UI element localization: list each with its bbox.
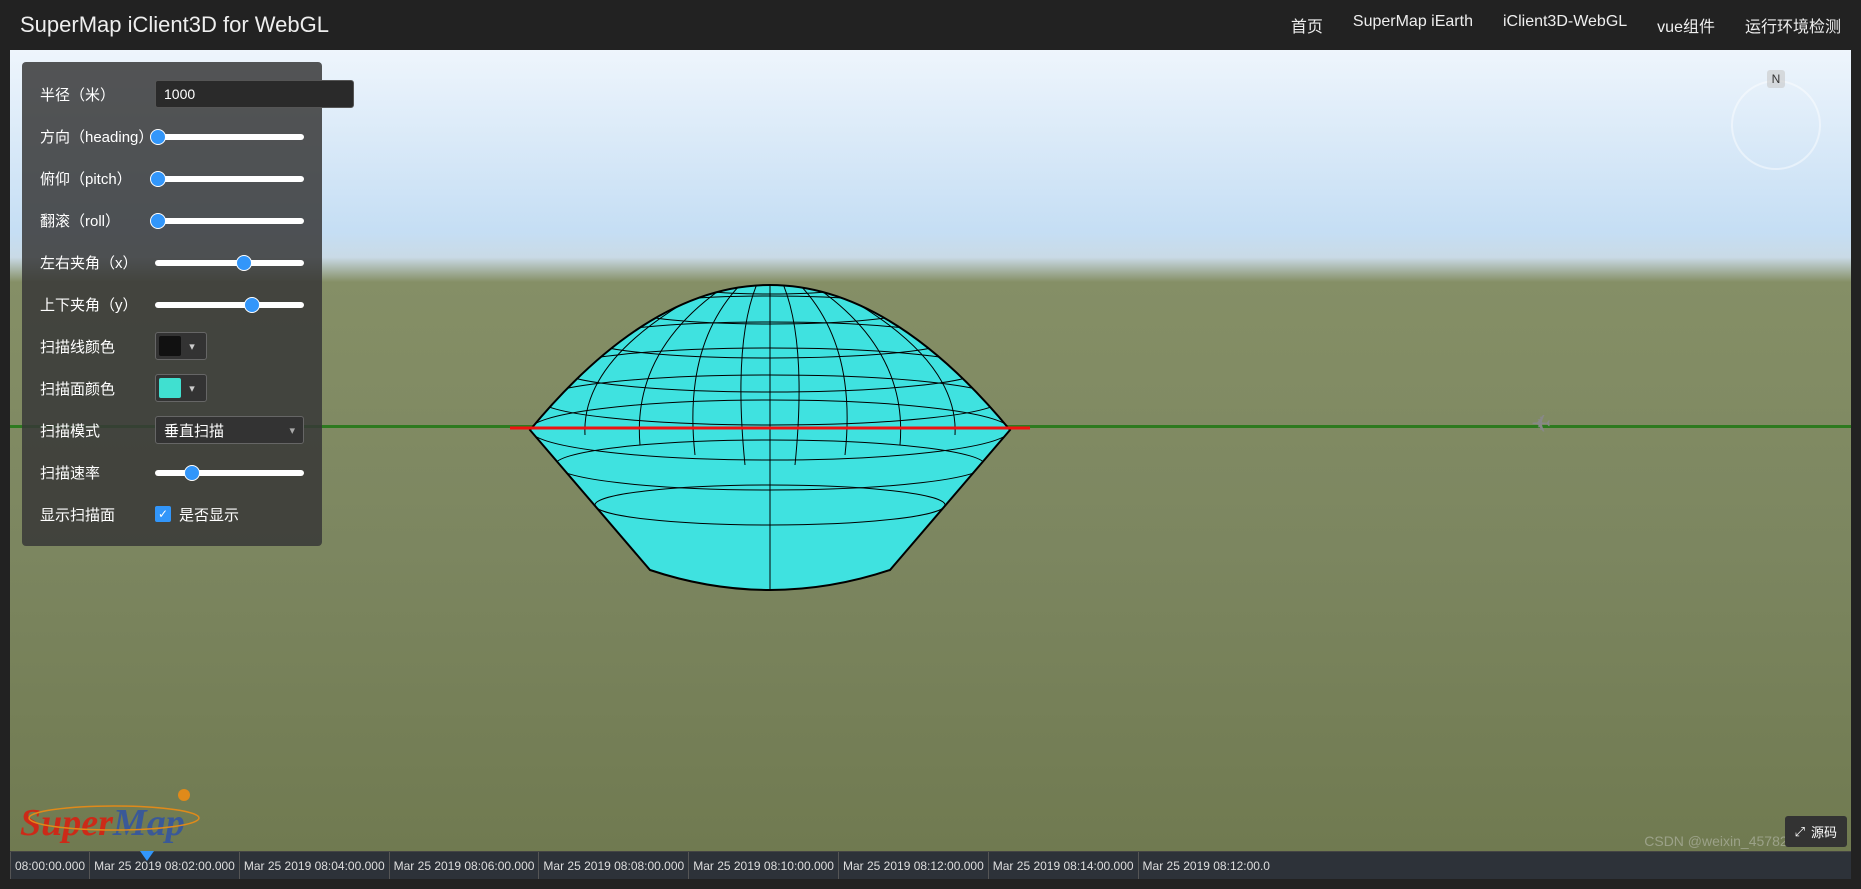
header-bar: SuperMap iClient3D for WebGL 首页 SuperMap… — [0, 0, 1861, 50]
pitch-slider[interactable] — [155, 168, 304, 188]
nav-iearth[interactable]: SuperMap iEarth — [1353, 13, 1473, 37]
radius-label: 半径（米） — [40, 84, 155, 105]
select-value: 垂直扫描 — [164, 420, 224, 441]
timeline-tick[interactable]: Mar 25 2019 08:12:00.0 — [1138, 852, 1274, 879]
nav-vue[interactable]: vue组件 — [1657, 13, 1715, 37]
angley-label: 上下夹角（y） — [40, 294, 155, 315]
app-title: SuperMap iClient3D for WebGL — [20, 12, 1291, 38]
speed-label: 扫描速率 — [40, 462, 155, 483]
timeline-playhead-icon[interactable] — [140, 851, 154, 861]
scan-mode-select[interactable]: 垂直扫描 ▾ — [155, 416, 304, 444]
heading-label: 方向（heading） — [40, 126, 155, 147]
roll-label: 翻滚（roll） — [40, 210, 155, 231]
chevron-down-icon: ▾ — [181, 382, 203, 395]
compass-widget[interactable]: N — [1731, 80, 1821, 170]
timeline-tick[interactable]: 08:00:00.000 — [10, 852, 89, 879]
viewport-3d[interactable]: ✈ 半径（米） 方向（heading） 俯仰（pitch） 翻滚（roll） 左… — [10, 50, 1851, 879]
anglex-label: 左右夹角（x） — [40, 252, 155, 273]
pitch-label: 俯仰（pitch） — [40, 168, 155, 189]
chevron-down-icon: ▾ — [181, 340, 203, 353]
angley-slider[interactable] — [155, 294, 304, 314]
nav-iclient3d[interactable]: iClient3D-WebGL — [1503, 13, 1627, 37]
showface-checkbox[interactable]: ✓ — [155, 506, 171, 522]
airplane-icon: ✈ — [1531, 410, 1551, 439]
anglex-slider[interactable] — [155, 252, 304, 272]
speed-slider[interactable] — [155, 462, 304, 482]
timeline-tick[interactable]: Mar 25 2019 08:02:00.000 — [89, 852, 239, 879]
timeline-tick[interactable]: Mar 25 2019 08:08:00.000 — [538, 852, 688, 879]
compass-north-icon: N — [1767, 70, 1785, 88]
face-color-picker[interactable]: ▾ — [155, 374, 207, 402]
supermap-logo: SuperMap — [20, 801, 185, 845]
mode-label: 扫描模式 — [40, 420, 155, 441]
chevron-down-icon: ▾ — [289, 424, 295, 437]
source-btn-label: 源码 — [1811, 822, 1837, 841]
face-color-label: 扫描面颜色 — [40, 378, 155, 399]
timeline-bar[interactable]: 08:00:00.000 Mar 25 2019 08:02:00.000 Ma… — [10, 851, 1851, 879]
line-color-label: 扫描线颜色 — [40, 336, 155, 357]
line-color-picker[interactable]: ▾ — [155, 332, 207, 360]
timeline-tick[interactable]: Mar 25 2019 08:04:00.000 — [239, 852, 389, 879]
nav: 首页 SuperMap iEarth iClient3D-WebGL vue组件… — [1291, 13, 1841, 37]
nav-envcheck[interactable]: 运行环境检测 — [1745, 13, 1841, 37]
expand-icon: ⤢ — [1795, 824, 1805, 840]
timeline-tick[interactable]: Mar 25 2019 08:14:00.000 — [988, 852, 1138, 879]
roll-slider[interactable] — [155, 210, 304, 230]
heading-slider[interactable] — [155, 126, 304, 146]
control-panel: 半径（米） 方向（heading） 俯仰（pitch） 翻滚（roll） 左右夹… — [22, 62, 322, 546]
radar-dome — [490, 250, 1050, 610]
timeline-tick[interactable]: Mar 25 2019 08:06:00.000 — [389, 852, 539, 879]
timeline-tick[interactable]: Mar 25 2019 08:10:00.000 — [688, 852, 838, 879]
radius-input[interactable] — [155, 80, 354, 108]
showface-label: 显示扫描面 — [40, 504, 155, 525]
nav-home[interactable]: 首页 — [1291, 13, 1323, 37]
timeline-tick[interactable]: Mar 25 2019 08:12:00.000 — [838, 852, 988, 879]
showface-toggle-label: 是否显示 — [179, 504, 239, 525]
source-code-button[interactable]: ⤢ 源码 — [1785, 816, 1847, 847]
